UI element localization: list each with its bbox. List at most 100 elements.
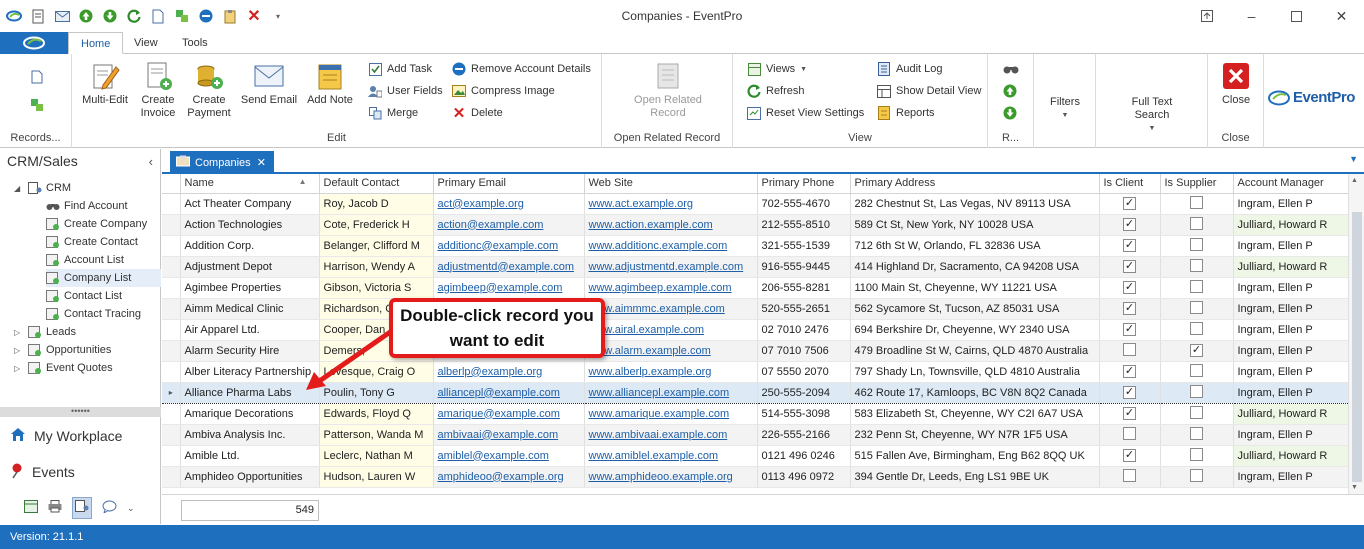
is-supplier-cell[interactable]: ✓ [1160,340,1234,362]
compress-image-button[interactable]: Compress Image [452,82,555,100]
cell-web-site[interactable]: www.agimbeep.example.com [584,277,758,299]
cell-primary-email[interactable]: additionc@example.com [433,235,585,257]
remove-icon[interactable] [198,8,214,24]
checkbox[interactable] [1190,405,1203,419]
cell-primary-email[interactable]: ambivaai@example.com [433,424,585,446]
table-row[interactable]: Adjustment Depot Harrison, Wendy Aadjustm… [162,256,1349,278]
nav-splitter[interactable]: •••••• [0,407,161,417]
arrow-down-icon[interactable] [1003,104,1017,122]
show-detail-view-button[interactable]: Show Detail View [877,82,981,100]
is-supplier-cell[interactable] [1160,319,1234,341]
multi-edit-button[interactable]: Multi-Edit [82,60,128,107]
nav-item-contact-list[interactable]: Contact List [46,287,122,305]
nav-item-account-list[interactable]: Account List [46,251,124,269]
table-row[interactable]: Alarm Security Hire Demers, www.alarm.exa… [162,340,1349,362]
nav-item-leads[interactable]: ▷ Leads [14,323,76,341]
table-row[interactable]: Amible Ltd. Leclerc, Nathan Mamiblel@exam… [162,445,1349,467]
is-client-cell[interactable]: ✓ [1099,298,1161,320]
arrow-down-icon[interactable] [102,8,118,24]
row-indicator[interactable] [162,445,181,467]
nav-item-find-account[interactable]: Find Account [46,197,128,215]
checkbox[interactable]: ✓ [1123,302,1136,315]
table-row[interactable]: Action Technologies Cote, Frederick Hacti… [162,214,1349,236]
filters-button[interactable]: Filters ▼ [1040,96,1090,122]
row-indicator[interactable] [162,298,181,320]
checkbox[interactable] [1190,258,1203,272]
row-indicator[interactable] [162,403,181,425]
row-indicator[interactable] [162,235,181,257]
merge-button[interactable]: Merge [368,104,418,122]
checkbox[interactable]: ✓ [1123,239,1136,252]
table-row[interactable]: Ambiva Analysis Inc. Patterson, Wanda Mam… [162,424,1349,446]
collapse-pane-icon[interactable]: ‹ [149,154,153,169]
new-page-icon[interactable] [150,8,166,24]
cell-web-site[interactable]: www.ambivaai.example.com [584,424,758,446]
is-client-cell[interactable]: ✓ [1099,256,1161,278]
is-client-cell[interactable]: ✓ [1099,381,1161,404]
refresh-button[interactable]: Refresh [747,82,805,100]
send-email-button[interactable]: Send Email [240,60,298,107]
application-menu-button[interactable] [0,32,68,54]
is-client-cell[interactable] [1099,340,1161,362]
nav-item-crm[interactable]: ◢ CRM [14,179,71,197]
is-supplier-cell[interactable] [1160,256,1234,278]
full-text-search-button[interactable]: Full Text Search ▼ [1114,96,1190,135]
nav-item-company-list[interactable]: Company List [46,269,161,287]
my-workplace-button[interactable]: My Workplace [10,424,122,448]
create-payment-button[interactable]: Create Payment [186,60,232,120]
column-header[interactable]: Name ▲ [180,174,320,194]
cell-primary-email[interactable]: amphideoo@example.org [433,466,585,488]
row-indicator[interactable] [162,319,181,341]
checkbox[interactable]: ✓ [1123,197,1136,210]
cell-primary-email[interactable]: agimbeep@example.com [433,277,585,299]
is-client-cell[interactable]: ✓ [1099,319,1161,341]
tab-companies[interactable]: Companies ✕ [170,151,274,174]
column-header[interactable]: Primary Phone [757,174,851,194]
checkbox[interactable]: ✓ [1123,281,1136,294]
close-button[interactable]: Close [1214,60,1258,107]
add-note-button[interactable]: Add Note [304,60,356,107]
remove-account-details-button[interactable]: Remove Account Details [452,60,591,78]
cell-primary-email[interactable]: amiblel@example.com [433,445,585,467]
is-supplier-cell[interactable] [1160,424,1234,446]
delete-x-icon[interactable]: ✕ [246,8,262,25]
add-task-button[interactable]: Add Task [368,60,432,78]
checkbox[interactable] [1190,384,1203,398]
checkbox[interactable] [1123,342,1136,356]
table-row[interactable]: Addition Corp. Belanger, Clifford Madditi… [162,235,1349,257]
checkbox[interactable]: ✓ [1123,386,1136,399]
row-indicator[interactable] [162,466,181,488]
column-header[interactable]: Account Manager [1233,174,1349,194]
checkbox[interactable] [1190,321,1203,335]
is-supplier-cell[interactable] [1160,361,1234,383]
cell-web-site[interactable]: www.amphideoo.example.org [584,466,758,488]
nav-item-create-contact[interactable]: Create Contact [46,233,138,251]
cell-web-site[interactable]: www.alberlp.example.org [584,361,758,383]
reports-button[interactable]: Reports [877,104,935,122]
column-header[interactable]: Primary Email [433,174,585,194]
cell-web-site[interactable]: www.amiblel.example.com [584,445,758,467]
is-client-cell[interactable]: ✓ [1099,361,1161,383]
email-icon[interactable] [54,8,70,24]
vertical-scrollbar[interactable]: ▲ ▼ [1348,174,1364,494]
is-client-cell[interactable] [1099,466,1161,488]
is-supplier-cell[interactable] [1160,466,1234,488]
checkbox[interactable] [1190,195,1203,209]
row-indicator[interactable] [162,256,181,278]
arrow-up-icon[interactable] [1003,82,1017,100]
table-row[interactable]: Aimm Medical Clinic Richardson, Cwww.aimm… [162,298,1349,320]
nav-item-opportunities[interactable]: ▷ Opportunities [14,341,111,359]
expand-arrow-icon[interactable]: ▷ [14,364,24,373]
nav-item-create-company[interactable]: Create Company [46,215,147,233]
is-supplier-cell[interactable] [1160,214,1234,236]
cell-primary-email[interactable]: act@example.org [433,193,585,215]
cell-primary-email[interactable]: alliancepl@example.com [433,381,585,404]
row-indicator[interactable] [162,424,181,446]
checkbox[interactable]: ✓ [1123,449,1136,462]
chevron-down-icon[interactable]: ⌄ [127,503,135,514]
document-icon[interactable] [30,8,46,24]
tab-view[interactable]: View [122,32,170,54]
chat-bubble-icon[interactable] [102,500,117,516]
clipboard-icon[interactable] [222,8,238,24]
column-header[interactable]: Web Site [584,174,758,194]
